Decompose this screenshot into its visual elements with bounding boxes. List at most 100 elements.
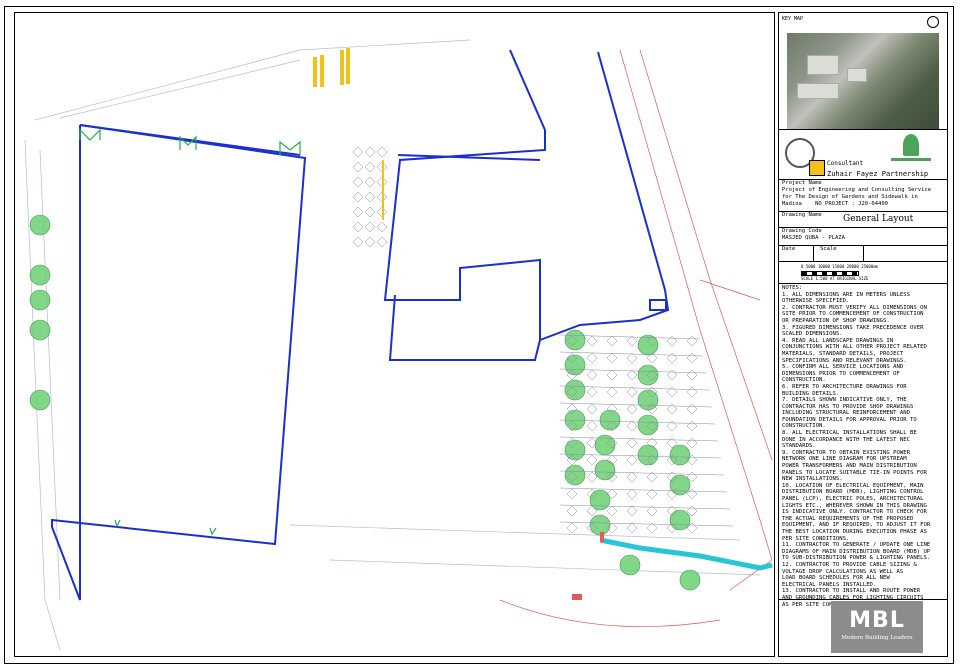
tree-icon bbox=[619, 554, 641, 576]
notes-text: 1. ALL DIMENSIONS ARE IN METERS UNLESS O… bbox=[782, 291, 931, 608]
paving-motif bbox=[626, 369, 638, 381]
paving-motif bbox=[606, 386, 618, 398]
yellow-elements bbox=[313, 48, 384, 220]
paving-motif bbox=[626, 420, 638, 432]
paving-motif bbox=[566, 488, 578, 500]
tree-symbols bbox=[29, 214, 701, 591]
paving-motif bbox=[376, 221, 388, 233]
scale-text: SCALE 1:500 AT ORIGINAL SIZE bbox=[801, 276, 869, 281]
paving-motif bbox=[352, 206, 364, 218]
drawing-code-label: Drawing Code bbox=[782, 228, 822, 234]
consultant-label: Consultant bbox=[827, 160, 864, 167]
site-plan bbox=[24, 39, 773, 651]
project-name-line1: Project of Engineering and Consulting Se… bbox=[782, 187, 932, 193]
logo-subtitle: Modern Building Leaders bbox=[841, 635, 913, 641]
paving-motif bbox=[352, 161, 364, 173]
tree-icon bbox=[637, 334, 659, 356]
notes-block: NOTES: 1. ALL DIMENSIONS ARE IN METERS UN… bbox=[782, 285, 946, 608]
paving-motif bbox=[666, 420, 678, 432]
paving-motif bbox=[364, 206, 376, 218]
scale-label: Scale bbox=[820, 246, 837, 252]
tree-icon bbox=[594, 459, 616, 481]
paving-motif bbox=[376, 236, 388, 248]
paving-motif bbox=[352, 146, 364, 158]
paving-motif bbox=[686, 403, 698, 415]
notes-heading: NOTES: bbox=[782, 285, 803, 291]
project-label: Project Name bbox=[782, 180, 822, 186]
red-markers bbox=[572, 532, 604, 600]
paving-motif bbox=[364, 161, 376, 173]
key-map-image bbox=[787, 33, 939, 129]
key-map-label: KEY MAP bbox=[782, 16, 804, 22]
tree-icon bbox=[599, 409, 621, 431]
north-arrow-icon bbox=[927, 16, 939, 28]
paving-motif bbox=[586, 403, 598, 415]
paving-motif bbox=[586, 420, 598, 432]
paving-row bbox=[559, 521, 734, 527]
paving-motif bbox=[626, 386, 638, 398]
paving-motif bbox=[352, 191, 364, 203]
paving-row bbox=[559, 402, 713, 408]
paving-motif bbox=[586, 386, 598, 398]
east-wall-line bbox=[539, 51, 670, 341]
project-name-line2: for The Design of Gardens and Sidewalk i… bbox=[782, 194, 918, 200]
paving-motif bbox=[364, 236, 376, 248]
paving-motif bbox=[626, 403, 638, 415]
paving-motif bbox=[666, 403, 678, 415]
paving-motif bbox=[352, 221, 364, 233]
paving-motif bbox=[666, 386, 678, 398]
consultant-logo bbox=[809, 160, 825, 176]
drawing-code-value: MASJED QUBA - PLAZA bbox=[782, 235, 845, 241]
paving-motif bbox=[586, 369, 598, 381]
tree-icon bbox=[637, 364, 659, 386]
building-outlines bbox=[51, 49, 670, 601]
paving-motif bbox=[364, 191, 376, 203]
plaza-building-outline bbox=[383, 49, 546, 361]
paving-motif bbox=[352, 236, 364, 248]
paving-motif bbox=[606, 505, 618, 517]
paving-motif bbox=[626, 437, 638, 449]
paving-motif bbox=[666, 369, 678, 381]
paving-motif bbox=[586, 454, 598, 466]
paving-motif bbox=[606, 369, 618, 381]
tree-icon bbox=[29, 389, 51, 411]
paving-motif bbox=[686, 352, 698, 364]
tree-icon bbox=[29, 289, 51, 311]
paving-motif bbox=[364, 146, 376, 158]
date-label: Date bbox=[782, 246, 796, 252]
tree-icon bbox=[669, 444, 691, 466]
paving-motif bbox=[586, 335, 598, 347]
paving-motif bbox=[606, 335, 618, 347]
project-city: Madina bbox=[782, 201, 802, 207]
paving-motif bbox=[352, 176, 364, 188]
paving-row bbox=[559, 504, 731, 510]
project-number: NO PROJECT : J20-04400 bbox=[815, 201, 888, 207]
paving-motif bbox=[626, 522, 638, 534]
tree-icon bbox=[29, 264, 51, 286]
paving-motif bbox=[566, 505, 578, 517]
paving-motif bbox=[666, 352, 678, 364]
drawing-title: General Layout bbox=[843, 214, 914, 224]
paving-row bbox=[559, 487, 728, 493]
logo-text: MBL bbox=[849, 608, 905, 633]
paving-motif bbox=[626, 505, 638, 517]
consultant-name: Zuhair Fayez Partnership bbox=[827, 170, 929, 178]
paving-motif bbox=[364, 176, 376, 188]
paving-motif bbox=[626, 335, 638, 347]
tree-icon bbox=[29, 214, 51, 236]
scale-bar-ticks: 0 5000 10000 15000 20000 25000mm bbox=[801, 264, 879, 269]
paving-motif bbox=[646, 505, 658, 517]
madina-logo bbox=[891, 134, 931, 168]
paving-motif bbox=[646, 522, 658, 534]
paving-motif bbox=[586, 352, 598, 364]
tree-icon bbox=[29, 319, 51, 341]
paving-motif bbox=[364, 221, 376, 233]
paving-motif bbox=[566, 522, 578, 534]
tree-icon bbox=[564, 439, 586, 461]
tree-icon bbox=[564, 354, 586, 376]
paving-motif bbox=[686, 369, 698, 381]
paving-motif bbox=[626, 454, 638, 466]
paving-motif bbox=[376, 146, 388, 158]
paving-motif bbox=[686, 335, 698, 347]
paving-motif bbox=[626, 352, 638, 364]
